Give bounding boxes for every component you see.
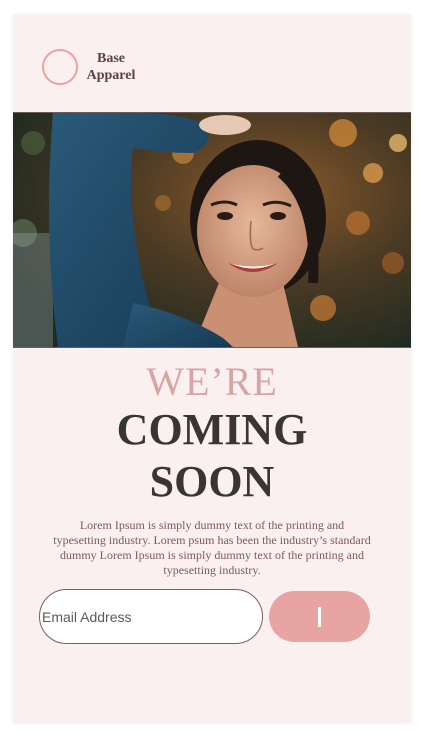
- submit-button[interactable]: [269, 591, 370, 642]
- brand-name[interactable]: Base Apparel: [83, 50, 139, 84]
- header: Base Apparel: [13, 15, 411, 112]
- woman-portrait-photo: [13, 113, 411, 347]
- brand-line-1: Base: [97, 51, 125, 66]
- headline-line-2: COMING: [116, 405, 308, 454]
- hero-image: [13, 112, 411, 348]
- circle-logo-icon[interactable]: [42, 49, 78, 85]
- headline-line-3: SOON: [149, 457, 275, 506]
- description-text: Lorem Ipsum is simply dummy text of the …: [53, 518, 371, 577]
- headline: WE’RE COMING SOON: [13, 360, 411, 508]
- cursor-bar-icon: [318, 606, 321, 627]
- headline-line-1: WE’RE: [146, 359, 278, 404]
- brand-line-2: Apparel: [86, 68, 136, 83]
- email-input[interactable]: [39, 589, 263, 644]
- page-card: Base Apparel WE’RE COMING SOON Lorem Ips…: [13, 15, 411, 723]
